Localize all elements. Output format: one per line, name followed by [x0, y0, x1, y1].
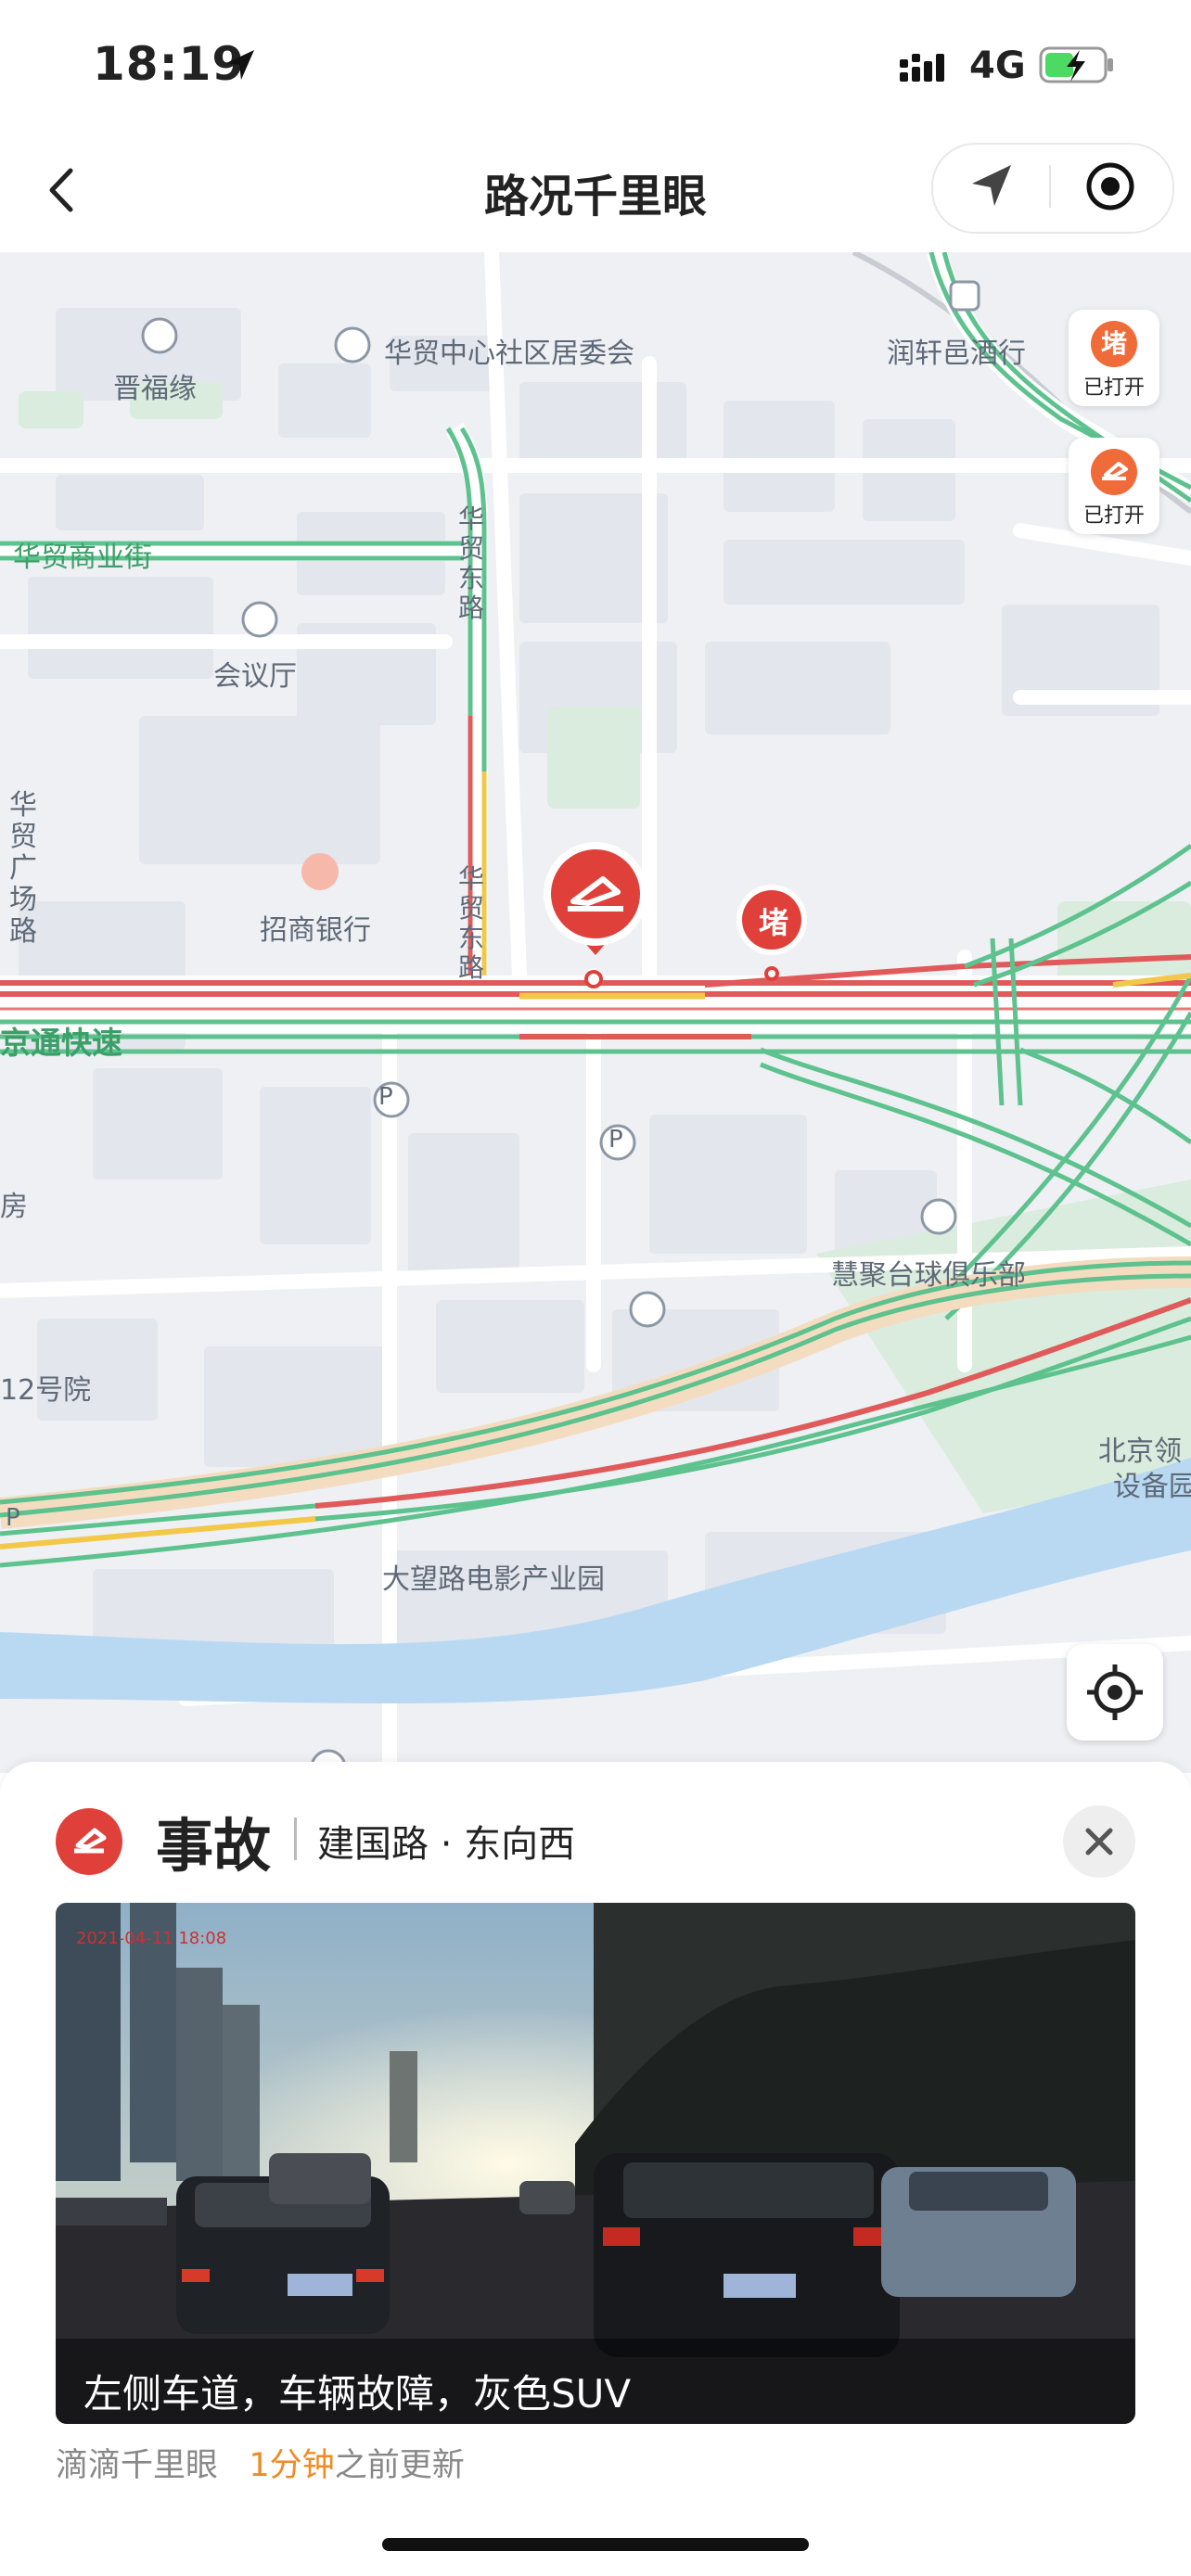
traffic-map[interactable]: 晋福缘 华贸中心社区居委会 润轩邑酒行 华贸商业街 华贸东路 华贸东路 会议厅 …	[0, 252, 1191, 1773]
close-program-button[interactable]	[1083, 159, 1137, 213]
navigation-arrow-button[interactable]	[967, 159, 1018, 211]
map-label-jingtong: 京通快速	[0, 1025, 122, 1061]
close-button[interactable]	[1063, 1805, 1135, 1878]
dashcam-image	[56, 1903, 1135, 2424]
map-label-runxuan: 润轩邑酒行	[887, 338, 1026, 370]
map-label-huamao-east-south: 华贸东路	[458, 863, 485, 983]
network-type: 4G	[969, 45, 1026, 87]
locate-me-button[interactable]	[1067, 1644, 1163, 1741]
crosshair-icon	[1087, 1664, 1143, 1720]
updated-suffix: 之前更新	[334, 2447, 465, 2484]
accident-toggle-icon	[1091, 449, 1137, 495]
map-label-huiju: 慧聚台球俱乐部	[831, 1259, 1026, 1292]
map-label-dawang: 大望路电影产业园	[382, 1563, 605, 1596]
jam-layer-toggle[interactable]: 堵 已打开	[1069, 310, 1159, 406]
updated-time: 1分钟	[249, 2447, 335, 2484]
update-info: 滴滴千里眼 1分钟之前更新	[56, 2439, 465, 2486]
map-label-no12: 12号院	[0, 1374, 92, 1407]
accident-toggle-label: 已打开	[1082, 504, 1145, 528]
accident-icon	[56, 1808, 122, 1875]
jam-marker-text: 堵	[759, 905, 789, 940]
home-indicator[interactable]	[382, 2538, 809, 2551]
map-label-fang: 房	[0, 1191, 28, 1223]
capsule-divider	[1049, 165, 1051, 208]
parking-label: P	[6, 1504, 20, 1532]
photo-caption: 左侧车道，车辆故障，灰色SUV	[83, 2371, 632, 2417]
parking-label: P	[378, 1083, 393, 1111]
accident-layer-toggle[interactable]: 已打开	[1069, 438, 1159, 534]
battery-icon	[1039, 46, 1113, 83]
incident-road: 建国路 · 东向西	[317, 1823, 576, 1866]
map-label-cmb: 招商银行	[260, 914, 371, 947]
map-label-huamao-street: 华贸商业街	[13, 542, 152, 574]
jam-toggle-label: 已打开	[1082, 376, 1145, 400]
photo-timestamp: 2021-04-11 18:08	[76, 1929, 227, 1948]
map-label-meeting-hall: 会议厅	[213, 660, 297, 693]
map-label-huamao-square: 华贸广场路	[9, 789, 37, 948]
map-canvas	[0, 252, 1191, 1773]
close-icon	[1085, 1828, 1113, 1855]
back-button[interactable]	[37, 158, 93, 223]
signal-icon	[900, 54, 944, 82]
incident-type: 事故	[156, 1812, 272, 1880]
incident-photo[interactable]	[56, 1903, 1135, 2424]
map-label-shebei: 设备园	[1113, 1471, 1191, 1503]
map-label-community: 华贸中心社区居委会	[384, 338, 634, 370]
title-divider	[294, 1817, 297, 1860]
parking-label: P	[608, 1126, 623, 1154]
source-label: 滴滴千里眼	[56, 2447, 219, 2484]
map-label-jinfuyuan: 晋福缘	[113, 373, 197, 405]
location-arrow-icon	[226, 50, 254, 80]
jam-toggle-icon: 堵	[1091, 321, 1137, 367]
map-label-huamao-east-north: 华贸东路	[458, 504, 485, 623]
